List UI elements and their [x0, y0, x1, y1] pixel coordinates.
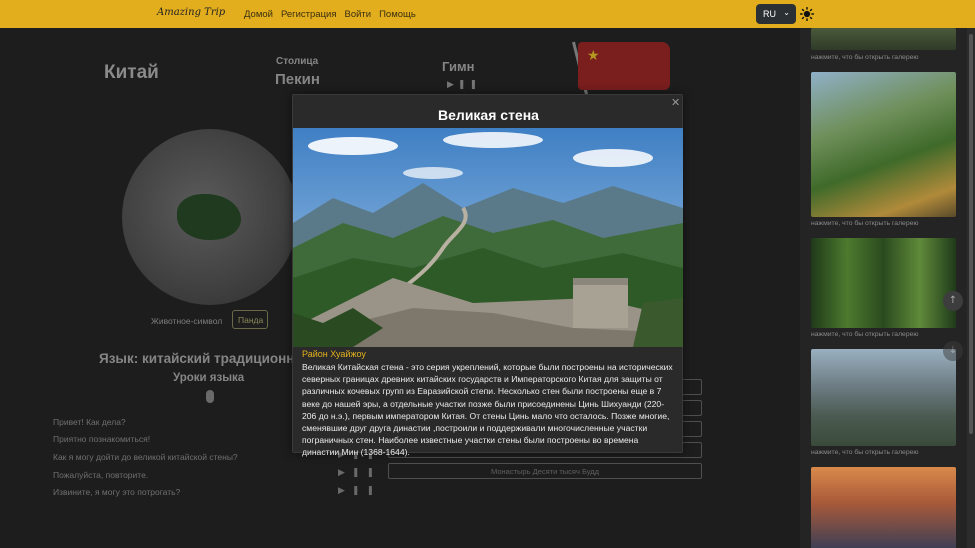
nav-help[interactable]: Помощь	[379, 9, 416, 20]
pause-icon[interactable]: ❚❚	[352, 468, 381, 478]
china-flag-image: ★	[578, 42, 670, 90]
phrase-item: Пожалуйста, повторите.	[53, 470, 149, 480]
main-nav: Домой Регистрация Войти Помощь	[244, 9, 416, 20]
top-navbar: Amazing Trip Домой Регистрация Войти Пом…	[0, 0, 975, 28]
globe-map[interactable]	[122, 129, 298, 305]
phrase-item: Приятно познакомиться!	[53, 434, 151, 444]
lessons-title: Уроки языка	[173, 372, 245, 384]
gallery-image[interactable]	[811, 72, 956, 217]
animal-symbol-label: Животное-символ	[151, 316, 223, 326]
sight-modal: Великая стена ✕ Район Хуайжоу Великая Ки…	[292, 94, 683, 457]
anthem-controls: ▶❚❚	[447, 80, 481, 90]
close-icon[interactable]: ✕	[671, 96, 680, 109]
great-wall-photo	[293, 128, 683, 347]
flag-star-icon: ★	[587, 48, 600, 64]
language-select-value: RU	[763, 9, 776, 19]
scrollbar-thumb[interactable]	[969, 34, 973, 434]
gallery-caption[interactable]: нажмите, что бы открыть галерею	[811, 54, 919, 61]
nav-register[interactable]: Регистрация	[281, 9, 337, 20]
brand-logo[interactable]: Amazing Trip	[157, 7, 225, 18]
microphone-icon[interactable]	[206, 390, 214, 403]
phrase-audio-controls: ▶❚❚	[338, 468, 381, 478]
modal-title: Великая стена	[438, 107, 539, 123]
language-title: Язык: китайский традиционный	[99, 351, 315, 366]
phrase-item: Привет! Как дела?	[53, 417, 126, 427]
play-icon[interactable]: ▶	[338, 486, 352, 496]
pause-icon[interactable]: ❚❚	[458, 80, 481, 90]
scroll-up-button[interactable]: ↑	[943, 291, 963, 311]
pause-icon[interactable]: ❚❚	[352, 486, 381, 496]
modal-location: Район Хуайжоу	[302, 349, 366, 359]
chevron-down-icon: ⌄	[783, 8, 790, 17]
china-map-highlight	[177, 194, 241, 240]
gallery-image[interactable]	[811, 467, 956, 548]
nav-login[interactable]: Войти	[345, 9, 372, 20]
gallery-caption[interactable]: нажмите, что бы открыть галерею	[811, 331, 919, 338]
gallery-caption[interactable]: нажмите, что бы открыть галерею	[811, 449, 919, 456]
language-select[interactable]: RU ⌄	[756, 4, 796, 24]
gallery-caption[interactable]: нажмите, что бы открыть галерею	[811, 220, 919, 227]
gallery-image[interactable]	[811, 238, 956, 328]
modal-description: Великая Китайская стена - это серия укре…	[302, 362, 673, 458]
gallery-sidebar: нажмите, что бы открыть галерею нажмите,…	[800, 28, 975, 548]
theme-toggle-sun-icon[interactable]	[800, 7, 814, 21]
scroll-down-button[interactable]: ↓	[943, 341, 963, 361]
animal-symbol-button[interactable]: Панда	[232, 310, 268, 329]
play-icon[interactable]: ▶	[338, 468, 352, 478]
capital-value: Пекин	[275, 71, 320, 88]
page-scrollbar[interactable]	[967, 28, 975, 548]
phrase-audio-controls: ▶❚❚	[338, 486, 381, 496]
anthem-label: Гимн	[442, 59, 475, 74]
country-name: Китай	[104, 62, 159, 83]
phrase-item: Извините, я могу это потрогать?	[53, 487, 181, 497]
play-icon[interactable]: ▶	[447, 80, 458, 90]
nav-home[interactable]: Домой	[244, 9, 273, 20]
capital-label: Столица	[276, 56, 319, 67]
sight-button[interactable]: Монастырь Десяти тысяч Будд	[388, 463, 702, 479]
phrase-item: Как я могу дойти до великой китайской ст…	[53, 452, 238, 462]
gallery-image[interactable]	[811, 349, 956, 446]
gallery-image[interactable]	[811, 28, 956, 50]
